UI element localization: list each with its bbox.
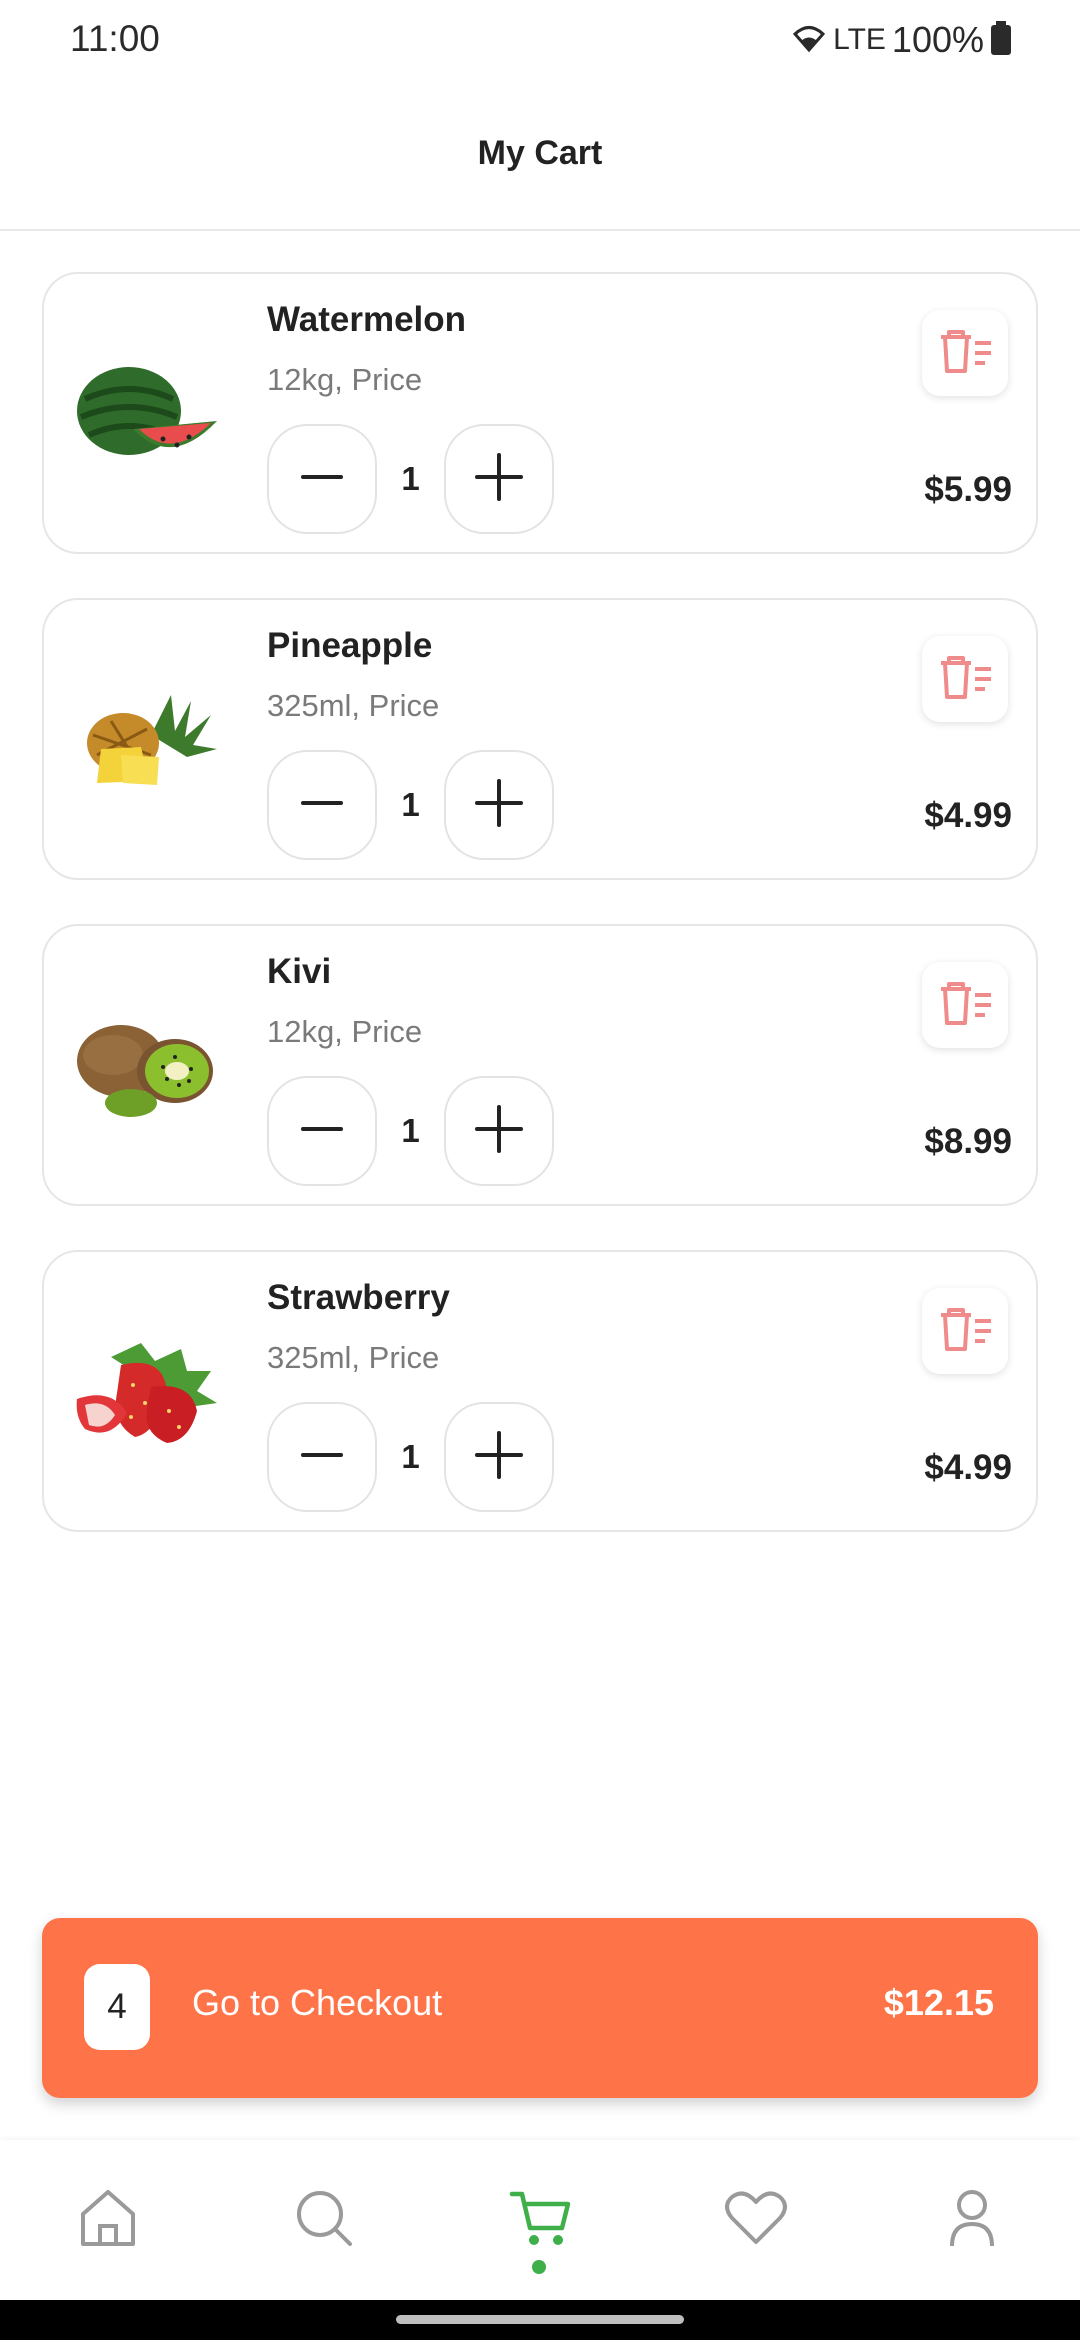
checkout-button[interactable]: 4 Go to Checkout $12.15: [42, 1918, 1038, 2098]
active-indicator-dot: [532, 2260, 546, 2274]
increase-quantity-button[interactable]: [444, 424, 554, 534]
minus-icon: [301, 456, 343, 503]
minus-icon: [301, 782, 343, 829]
bottom-nav: [0, 2140, 1080, 2300]
quantity-value: 1: [401, 1112, 420, 1149]
nav-item-favorites[interactable]: [648, 2140, 864, 2300]
plus-icon: [474, 1104, 524, 1159]
minus-icon: [301, 1434, 343, 1481]
heart-icon: [724, 2190, 788, 2251]
header: My Cart: [0, 78, 1080, 231]
delete-item-button[interactable]: [922, 962, 1008, 1048]
delete-item-button[interactable]: [922, 636, 1008, 722]
checkout-label: Go to Checkout: [192, 1982, 443, 2023]
plus-icon: [474, 1430, 524, 1485]
kiwi-image: [66, 996, 226, 1136]
page-title: My Cart: [477, 134, 603, 172]
home-gesture-handle[interactable]: [396, 2315, 684, 2324]
quantity-value: 1: [401, 786, 420, 823]
product-subtitle: 325ml, Price: [267, 1340, 440, 1375]
nav-item-cart[interactable]: [432, 2140, 648, 2300]
nav-item-search[interactable]: [216, 2140, 432, 2300]
trash-icon: [937, 981, 993, 1030]
product-subtitle: 12kg, Price: [267, 362, 423, 397]
network-type: LTE: [833, 23, 886, 56]
decrease-quantity-button[interactable]: [267, 424, 377, 534]
decrease-quantity-button[interactable]: [267, 1402, 377, 1512]
battery-percent: 100%: [891, 19, 984, 60]
wifi-icon: [791, 23, 827, 58]
cart-item-strawberry: Strawberry 325ml, Price 1 $4.99: [42, 1250, 1038, 1532]
product-price: $4.99: [924, 1448, 1012, 1487]
checkout-total: $12.15: [883, 1982, 994, 2023]
battery-icon: [990, 20, 1012, 60]
delete-item-button[interactable]: [922, 1288, 1008, 1374]
increase-quantity-button[interactable]: [444, 750, 554, 860]
status-bar: 11:00 LTE 100%: [0, 0, 1080, 78]
trash-icon: [937, 329, 993, 378]
nav-item-account[interactable]: [864, 2140, 1080, 2300]
product-price: $8.99: [924, 1122, 1012, 1161]
pineapple-image: [66, 670, 226, 810]
trash-icon: [937, 655, 993, 704]
watermelon-image: [66, 344, 226, 484]
decrease-quantity-button[interactable]: [267, 750, 377, 860]
product-name: Kivi: [267, 952, 332, 991]
product-name: Watermelon: [267, 300, 467, 339]
product-name: Pineapple: [267, 626, 433, 665]
system-gesture-bar: [0, 2300, 1080, 2340]
status-time: 11:00: [70, 18, 160, 59]
cart-item-kivi: Kivi 12kg, Price 1 $8.99: [42, 924, 1038, 1206]
nav-item-home[interactable]: [0, 2140, 216, 2300]
cart-list: Watermelon 12kg, Price 1 $5.99 Pineapple…: [42, 272, 1038, 1576]
cart-count-badge: 4: [84, 1964, 150, 2050]
quantity-value: 1: [401, 1438, 420, 1475]
delete-item-button[interactable]: [922, 310, 1008, 396]
product-subtitle: 325ml, Price: [267, 688, 440, 723]
home-icon: [79, 2188, 137, 2253]
increase-quantity-button[interactable]: [444, 1402, 554, 1512]
cart-icon: [508, 2188, 572, 2253]
decrease-quantity-button[interactable]: [267, 1076, 377, 1186]
search-icon: [294, 2188, 354, 2253]
product-subtitle: 12kg, Price: [267, 1014, 423, 1049]
cart-item-watermelon: Watermelon 12kg, Price 1 $5.99: [42, 272, 1038, 554]
quantity-value: 1: [401, 460, 420, 497]
status-indicators: LTE 100%: [791, 18, 1012, 62]
product-price: $4.99: [924, 796, 1012, 835]
increase-quantity-button[interactable]: [444, 1076, 554, 1186]
plus-icon: [474, 452, 524, 507]
strawberry-image: [66, 1322, 226, 1462]
product-name: Strawberry: [267, 1278, 450, 1317]
minus-icon: [301, 1108, 343, 1155]
plus-icon: [474, 778, 524, 833]
trash-icon: [937, 1307, 993, 1356]
product-price: $5.99: [924, 470, 1012, 509]
profile-icon: [948, 2188, 996, 2253]
cart-item-pineapple: Pineapple 325ml, Price 1 $4.99: [42, 598, 1038, 880]
